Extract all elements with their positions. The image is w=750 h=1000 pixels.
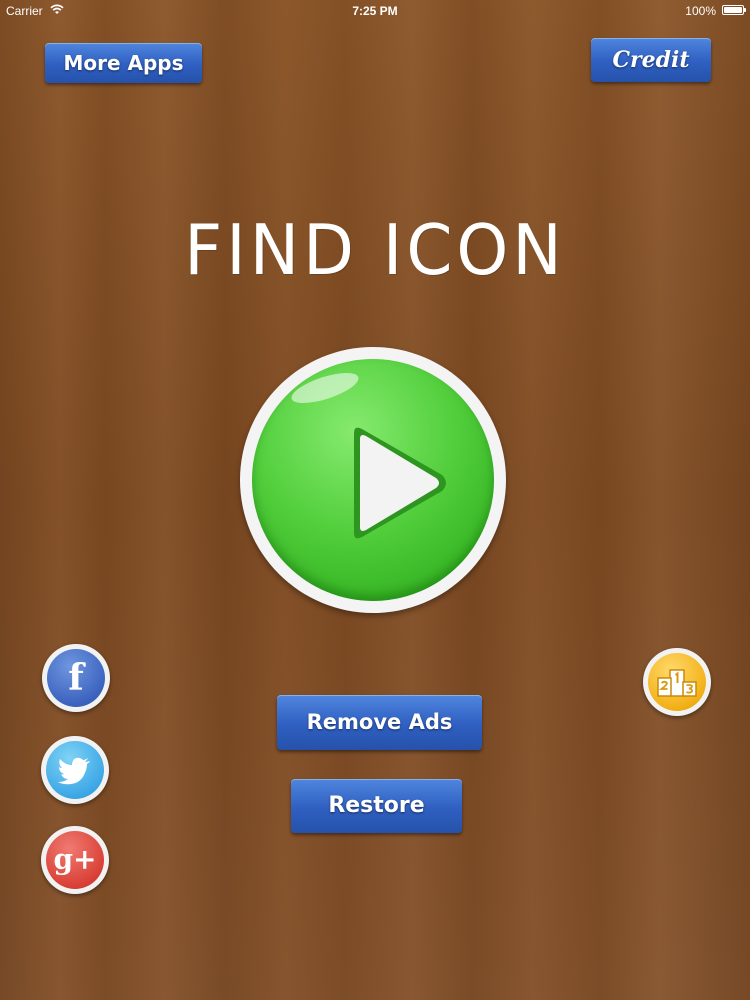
battery-icon bbox=[722, 5, 746, 15]
play-button-face bbox=[252, 359, 494, 601]
google-plus-button[interactable]: g+ bbox=[41, 826, 109, 894]
status-bar: Carrier 7:25 PM 100% bbox=[0, 0, 750, 22]
credit-button[interactable]: Credit bbox=[591, 38, 711, 82]
twitter-button[interactable] bbox=[41, 736, 109, 804]
twitter-icon bbox=[46, 741, 104, 799]
status-time: 7:25 PM bbox=[352, 4, 398, 18]
facebook-button[interactable]: f bbox=[42, 644, 110, 712]
google-plus-icon: g+ bbox=[46, 831, 104, 889]
more-apps-button[interactable]: More Apps bbox=[45, 43, 202, 83]
podium-icon bbox=[657, 669, 697, 697]
battery-percent: 100% bbox=[685, 4, 716, 18]
remove-ads-button[interactable]: Remove Ads bbox=[277, 695, 482, 750]
play-icon bbox=[354, 427, 446, 539]
twitter-bird-icon bbox=[58, 757, 90, 785]
play-gloss bbox=[288, 366, 362, 410]
play-button[interactable] bbox=[240, 347, 506, 613]
game-title: FIND ICON bbox=[184, 210, 566, 291]
leaderboard-button[interactable] bbox=[643, 648, 711, 716]
facebook-icon: f bbox=[47, 649, 105, 707]
restore-button[interactable]: Restore bbox=[291, 779, 462, 833]
leaderboard-icon bbox=[648, 653, 706, 711]
